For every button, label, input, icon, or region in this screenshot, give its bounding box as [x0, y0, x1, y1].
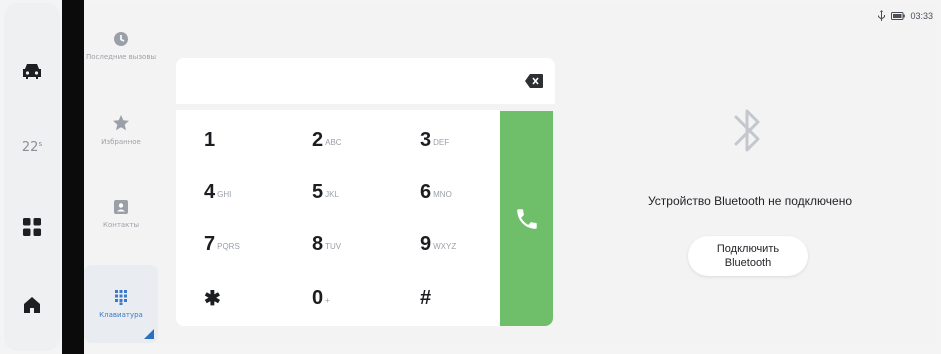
battery-icon — [891, 11, 906, 20]
tab-dialpad[interactable]: Клавиатура — [84, 265, 158, 343]
key-9[interactable]: 9 WXYZ — [392, 218, 500, 270]
car-icon — [23, 64, 41, 79]
key-2[interactable]: 2 ABC — [284, 114, 392, 166]
bluetooth-status-message: Устройство Bluetooth не подключено — [647, 194, 853, 208]
apps-button[interactable] — [4, 207, 60, 247]
key-letters: JKL — [325, 189, 339, 199]
key-digit: 9 — [420, 232, 432, 255]
key-letters: + — [325, 295, 330, 305]
key-digit: 1 — [204, 128, 216, 151]
temperature-unit: s — [38, 139, 43, 148]
tab-recent-calls[interactable]: Последние вызовы — [84, 7, 158, 85]
usb-icon — [878, 10, 886, 21]
climate-temperature[interactable]: 22s — [4, 127, 60, 167]
key-letters: ABC — [325, 137, 342, 147]
tab-contacts[interactable]: Контакты — [84, 175, 158, 253]
key-6[interactable]: 6 MNO — [392, 166, 500, 218]
key-letters: GHI — [217, 189, 232, 199]
key-letters: WXYZ — [433, 241, 457, 251]
key-digit: ✱ — [204, 287, 221, 310]
car-button[interactable] — [4, 51, 60, 91]
key-5[interactable]: 5 JKL — [284, 166, 392, 218]
number-display[interactable] — [176, 58, 555, 104]
backspace-icon — [525, 74, 543, 88]
key-hash[interactable]: # — [392, 272, 500, 324]
key-digit: 8 — [312, 232, 324, 255]
status-time: 03:33 — [910, 10, 933, 21]
phone-icon — [516, 208, 537, 229]
home-button[interactable] — [4, 285, 60, 325]
key-digit: 5 — [312, 180, 324, 203]
dialpad: 1 2 ABC 3 DEF 4 GHI 5 JKL 6 MNO 7 PQRS 8 TUV 9W… — [176, 110, 500, 326]
vehicle-rail: 22s — [4, 3, 60, 351]
backspace-button[interactable] — [525, 73, 543, 92]
star-icon — [113, 114, 129, 130]
apps-grid-icon — [23, 218, 41, 236]
phone-tabs: Последние вызовы Избранное Контакты Клав… — [84, 3, 158, 351]
key-digit: 2 — [312, 128, 324, 151]
key-8[interactable]: 8 TUV — [284, 218, 392, 270]
screen-bezel — [62, 0, 84, 354]
key-0[interactable]: 0 + — [284, 272, 392, 324]
key-1[interactable]: 1 — [176, 114, 284, 166]
status-bar: 03:33 — [877, 10, 933, 21]
tab-favorites[interactable]: Избранное — [84, 91, 158, 169]
key-digit: 0 — [312, 286, 324, 309]
tab-label: Избранное — [101, 137, 141, 146]
key-letters: DEF — [433, 137, 450, 147]
key-digit: 6 — [420, 180, 432, 203]
dialpad-icon — [115, 289, 127, 305]
key-letters: MNO — [433, 189, 452, 199]
tab-label: Последние вызовы — [86, 52, 156, 61]
key-letters: PQRS — [217, 241, 240, 251]
key-digit: # — [420, 286, 432, 309]
tab-label: Клавиатура — [99, 310, 143, 319]
call-button[interactable] — [500, 111, 553, 326]
active-tab-indicator — [144, 329, 154, 339]
key-4[interactable]: 4 GHI — [176, 166, 284, 218]
key-3[interactable]: 3 DEF — [392, 114, 500, 166]
key-letters: TUV — [325, 241, 342, 251]
connect-bluetooth-button[interactable]: Подключить Bluetooth — [688, 236, 808, 276]
key-7[interactable]: 7 PQRS — [176, 218, 284, 270]
home-icon — [24, 297, 40, 313]
bluetooth-icon — [730, 100, 764, 166]
key-digit: 7 — [204, 232, 216, 255]
recent-calls-icon — [114, 31, 128, 46]
key-digit: 3 — [420, 128, 432, 151]
temperature-value: 22 — [21, 139, 39, 155]
key-digit: 4 — [204, 180, 216, 203]
key-star[interactable]: ✱ — [176, 272, 284, 324]
tab-label: Контакты — [102, 220, 140, 229]
contacts-icon — [114, 199, 128, 214]
